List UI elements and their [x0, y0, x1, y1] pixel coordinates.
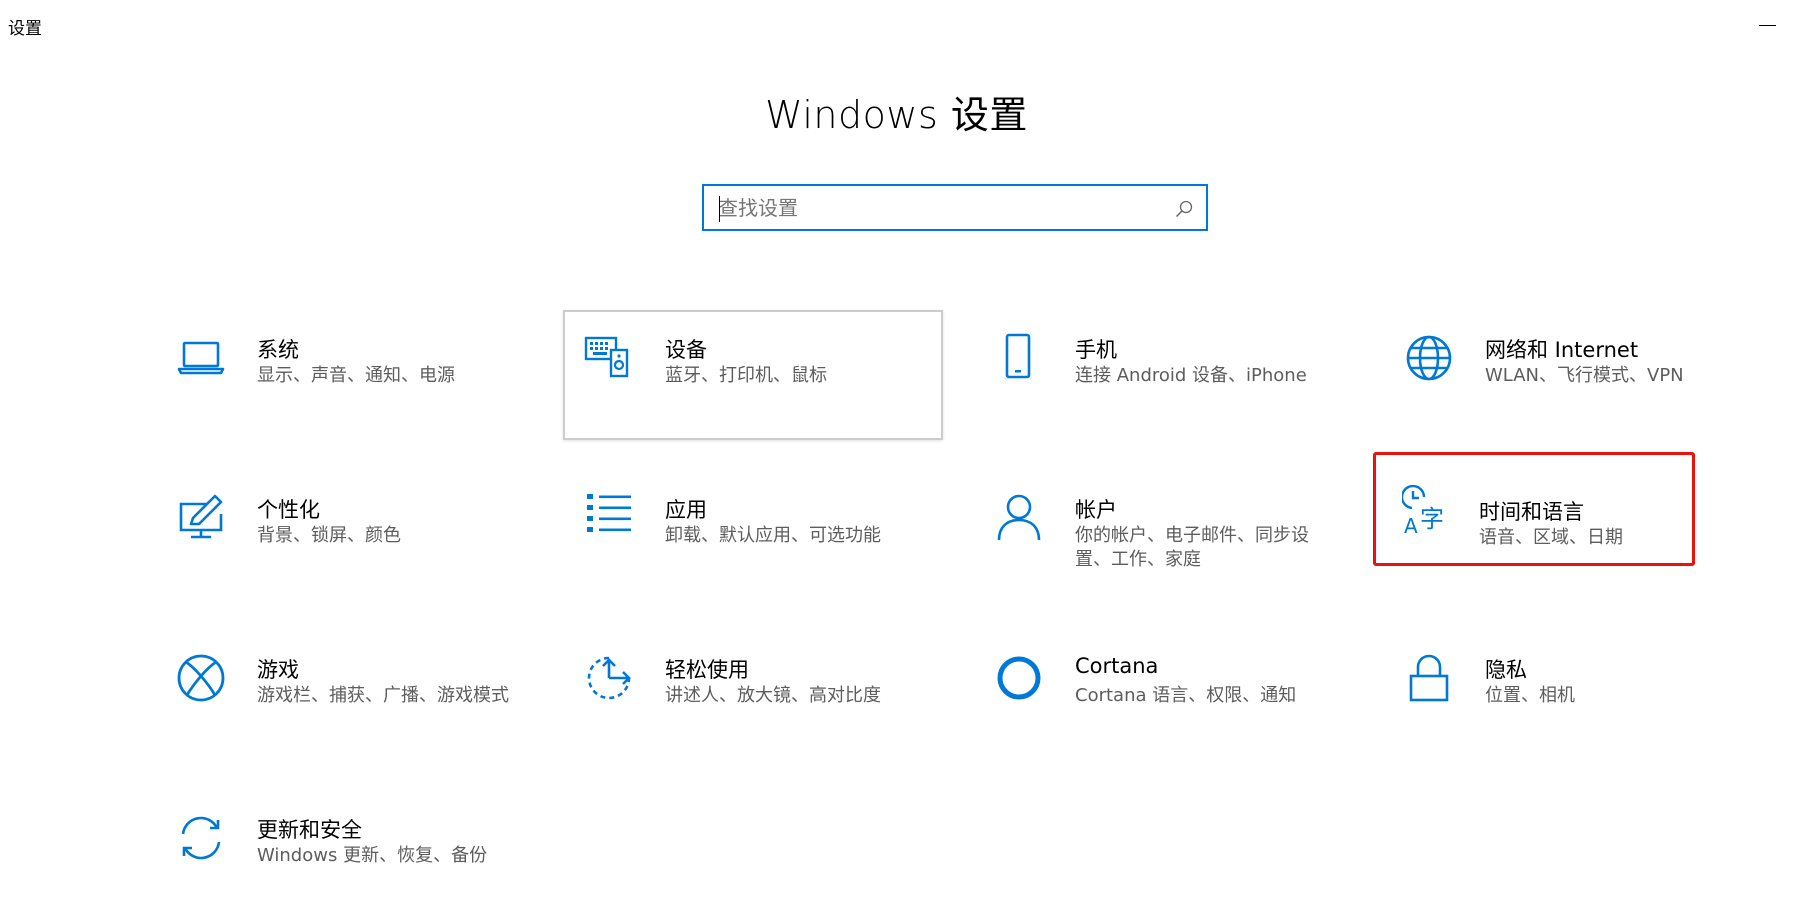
ease-of-access-icon	[583, 652, 635, 704]
personalization-icon	[175, 492, 227, 544]
tile-title: 设备	[665, 338, 707, 362]
tile-description: 讲述人、放大镜、高对比度	[665, 685, 881, 706]
tile-description: 连接 Android 设备、iPhone	[1075, 365, 1307, 386]
tile-title: 手机	[1075, 338, 1117, 362]
lock-icon	[1403, 652, 1455, 704]
tile-title: 网络和 Internet	[1485, 338, 1639, 362]
globe-icon	[1403, 332, 1455, 384]
svg-text:字: 字	[1420, 505, 1444, 533]
tile-description: 位置、相机	[1485, 685, 1575, 706]
tile-description: Cortana 语言、权限、通知	[1075, 685, 1297, 706]
tile-title: 更新和安全	[257, 818, 362, 842]
tile-description: Windows 更新、恢复、备份	[257, 845, 488, 866]
tile-title: 系统	[257, 338, 299, 362]
person-icon	[993, 492, 1045, 544]
tile-title: 隐私	[1485, 658, 1527, 682]
tile-description: WLAN、飞行模式、VPN	[1485, 365, 1684, 386]
tile-description: 游戏栏、捕获、广播、游戏模式	[257, 685, 509, 706]
tile-title: 帐户	[1075, 498, 1117, 522]
tile-privacy[interactable]: 隐私 位置、相机	[1383, 630, 1763, 760]
tile-network[interactable]: 网络和 Internet WLAN、飞行模式、VPN	[1383, 310, 1763, 440]
tile-description: 语音、区域、日期	[1479, 527, 1623, 548]
tile-description: 背景、锁屏、颜色	[257, 525, 401, 546]
sync-icon	[175, 812, 227, 864]
tile-phone[interactable]: 手机 连接 Android 设备、iPhone	[973, 310, 1353, 440]
tile-title: 轻松使用	[665, 658, 749, 682]
tile-gaming[interactable]: 游戏 游戏栏、捕获、广播、游戏模式	[155, 630, 535, 760]
tile-apps[interactable]: 应用 卸载、默认应用、可选功能	[563, 470, 943, 600]
tile-devices[interactable]: 设备 蓝牙、打印机、鼠标	[563, 310, 943, 440]
tile-update-security[interactable]: 更新和安全 Windows 更新、恢复、备份	[155, 790, 535, 920]
tile-description: 你的帐户、电子邮件、同步设置、工作、家庭	[1075, 525, 1309, 570]
tile-title: Cortana	[1075, 654, 1159, 678]
tile-accounts[interactable]: 帐户 你的帐户、电子邮件、同步设置、工作、家庭	[973, 470, 1353, 600]
tile-description: 卸载、默认应用、可选功能	[665, 525, 881, 546]
cortana-icon	[993, 652, 1045, 704]
xbox-icon	[175, 652, 227, 704]
tile-system[interactable]: 系统 显示、声音、通知、电源	[155, 310, 535, 440]
apps-list-icon	[583, 492, 635, 544]
tile-title: 游戏	[257, 658, 299, 682]
svg-text:A: A	[1404, 514, 1418, 537]
tile-description: 蓝牙、打印机、鼠标	[665, 365, 827, 386]
laptop-icon	[175, 332, 227, 384]
tile-title: 个性化	[257, 498, 320, 522]
settings-grid: 系统 显示、声音、通知、电源 设备 蓝牙、打印机、鼠标 手机 连接 Androi…	[0, 0, 1793, 921]
tile-title: 时间和语言	[1479, 500, 1584, 524]
tile-personalization[interactable]: 个性化 背景、锁屏、颜色	[155, 470, 535, 600]
devices-icon	[583, 332, 635, 384]
tile-ease-of-access[interactable]: 轻松使用 讲述人、放大镜、高对比度	[563, 630, 943, 760]
tile-title: 应用	[665, 498, 707, 522]
phone-icon	[993, 332, 1045, 384]
tile-description: 显示、声音、通知、电源	[257, 365, 455, 386]
tile-time-language[interactable]: A字 时间和语言 语音、区域、日期	[1373, 452, 1695, 566]
time-language-icon: A字	[1402, 485, 1454, 537]
tile-cortana[interactable]: Cortana Cortana 语言、权限、通知	[973, 630, 1353, 760]
